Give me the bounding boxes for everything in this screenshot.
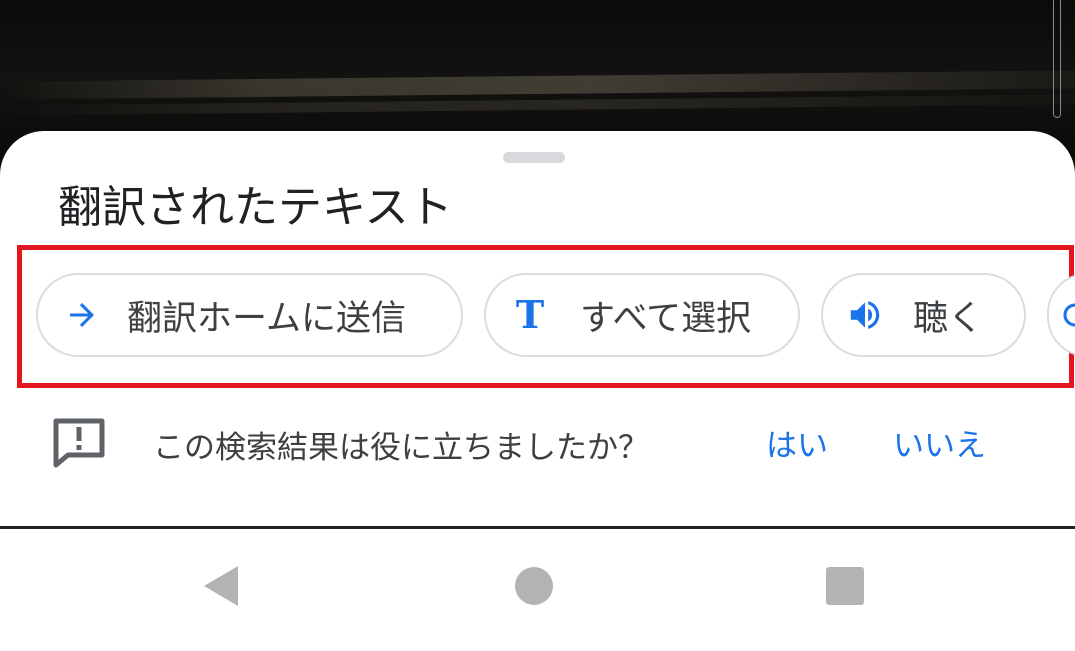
partially-hidden-icon bbox=[1055, 295, 1075, 335]
sheet-title: 翻訳されたテキスト bbox=[58, 182, 453, 233]
system-nav-bar bbox=[0, 529, 1075, 651]
select-all-button[interactable]: T すべて選択 bbox=[484, 273, 800, 357]
scroll-indicator bbox=[1053, 0, 1061, 118]
feedback-icon bbox=[52, 417, 106, 469]
feedback-no-link[interactable]: いいえ bbox=[893, 420, 986, 465]
back-triangle-icon bbox=[200, 564, 240, 612]
text-t-icon: T bbox=[515, 292, 545, 337]
nav-recents-button[interactable] bbox=[821, 564, 869, 612]
feedback-question: この検索結果は役に立ちましたか？ bbox=[153, 430, 649, 466]
nav-home-button[interactable] bbox=[510, 564, 558, 612]
nav-back-button[interactable] bbox=[196, 564, 244, 612]
send-to-translate-home-label: 翻訳ホームに送信 bbox=[127, 298, 406, 339]
send-to-translate-home-button[interactable]: 翻訳ホームに送信 bbox=[36, 273, 463, 357]
sheet-drag-handle[interactable] bbox=[503, 152, 565, 163]
listen-button[interactable]: 聴く bbox=[821, 273, 1026, 357]
listen-label: 聴く bbox=[913, 298, 984, 339]
screen: 翻訳されたテキスト 翻訳ホームに送信 T すべて選択 聴く この検索結果は役に立… bbox=[0, 0, 1075, 651]
bottom-sheet: 翻訳されたテキスト 翻訳ホームに送信 T すべて選択 聴く この検索結果は役に立… bbox=[0, 131, 1075, 531]
home-circle-icon bbox=[514, 566, 554, 610]
select-all-label: すべて選択 bbox=[580, 298, 752, 339]
speaker-icon bbox=[845, 295, 885, 335]
arrow-right-icon bbox=[62, 295, 102, 335]
recents-square-icon bbox=[825, 566, 865, 610]
feedback-yes-link[interactable]: はい bbox=[766, 420, 828, 465]
